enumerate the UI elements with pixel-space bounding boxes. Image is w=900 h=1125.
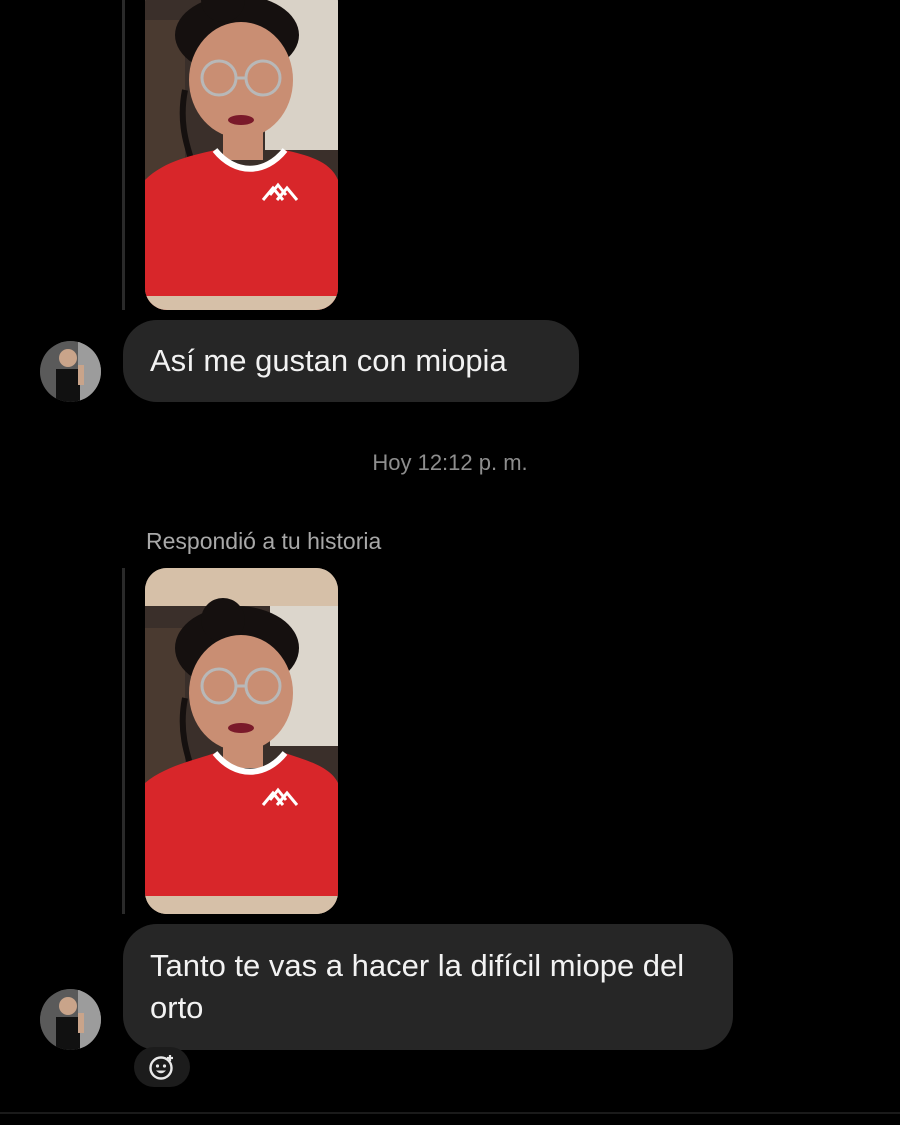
message-text: Tanto te vas a hacer la difícil miope de… <box>150 948 685 1025</box>
story-thread-line <box>122 0 125 310</box>
story-thread-line <box>122 568 125 914</box>
story-thumbnail[interactable] <box>145 0 338 310</box>
message-timestamp: Hoy 12:12 p. m. <box>372 450 528 475</box>
story-reply-label: Respondió a tu historia <box>146 528 382 554</box>
story-thumbnail[interactable] <box>145 568 338 914</box>
message-bubble[interactable]: Así me gustan con miopia <box>123 320 579 402</box>
user-avatar-icon <box>40 989 101 1050</box>
add-reaction-icon <box>149 1055 173 1080</box>
message-text: Así me gustan con miopia <box>150 343 507 378</box>
sender-avatar[interactable] <box>40 341 101 402</box>
user-avatar-icon <box>40 341 101 402</box>
message-bubble[interactable]: Tanto te vas a hacer la difícil miope de… <box>123 924 733 1050</box>
sender-avatar[interactable] <box>40 989 101 1050</box>
story-photo <box>145 0 338 310</box>
divider <box>0 1112 900 1114</box>
add-reaction-button[interactable] <box>134 1047 190 1087</box>
story-photo <box>145 568 338 914</box>
